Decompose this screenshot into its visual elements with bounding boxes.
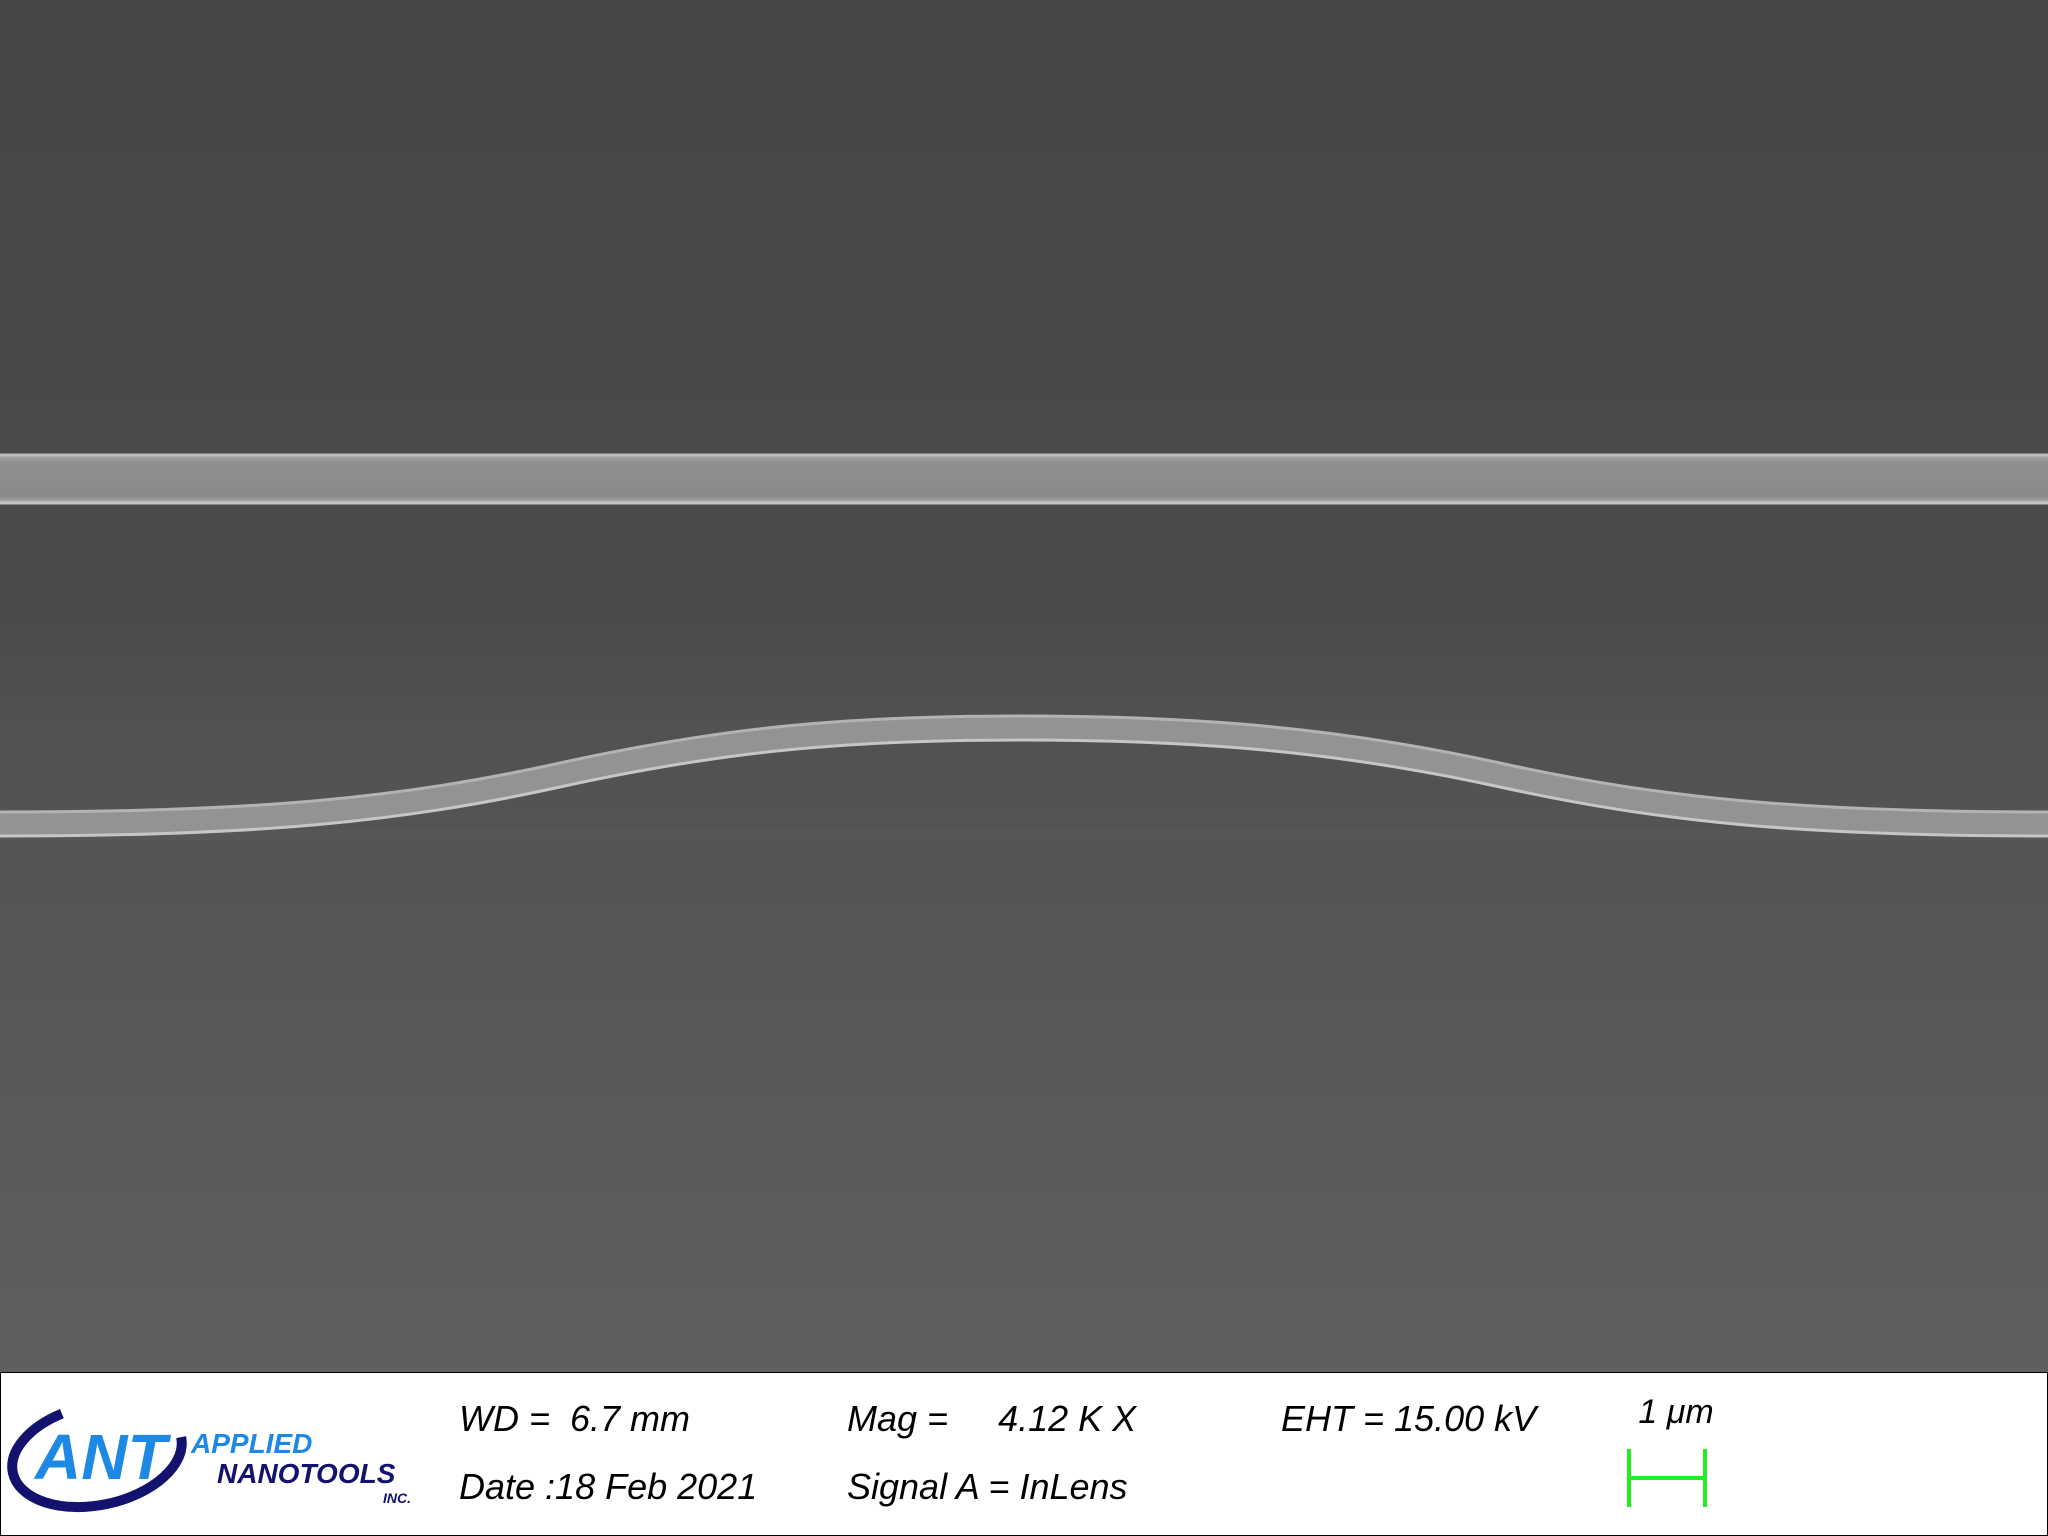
detector-signal: Signal A = InLens (847, 1466, 1128, 1507)
scale-bar-label: 1 μm (1638, 1393, 1714, 1431)
scale-bar: 1 μm (1621, 1393, 1731, 1513)
substrate-background (0, 0, 2048, 1372)
logo-line1: APPLIED (190, 1428, 312, 1459)
logo-mark: ANT (33, 1421, 171, 1493)
logo-suffix: INC. (383, 1490, 411, 1506)
sem-micrograph-view: ANT APPLIED NANOTOOLS INC. WD = 6.7 mm D… (0, 0, 2048, 1536)
accelerating-voltage: EHT = 15.00 kV (1281, 1398, 1537, 1439)
straight-waveguide (0, 454, 2048, 504)
working-distance: WD = 6.7 mm (459, 1398, 691, 1439)
magnification: Mag = 4.12 K X (847, 1398, 1137, 1439)
acquisition-date: Date :18 Feb 2021 (459, 1466, 758, 1507)
sem-info-bar: ANT APPLIED NANOTOOLS INC. WD = 6.7 mm D… (0, 1372, 2048, 1536)
logo-line2: NANOTOOLS (217, 1458, 396, 1489)
sem-image (0, 0, 2048, 1372)
applied-nanotools-logo: ANT APPLIED NANOTOOLS INC. (7, 1397, 411, 1513)
scale-bar-graphic (1627, 1449, 1707, 1507)
lower-region-shade-2 (0, 830, 2048, 840)
